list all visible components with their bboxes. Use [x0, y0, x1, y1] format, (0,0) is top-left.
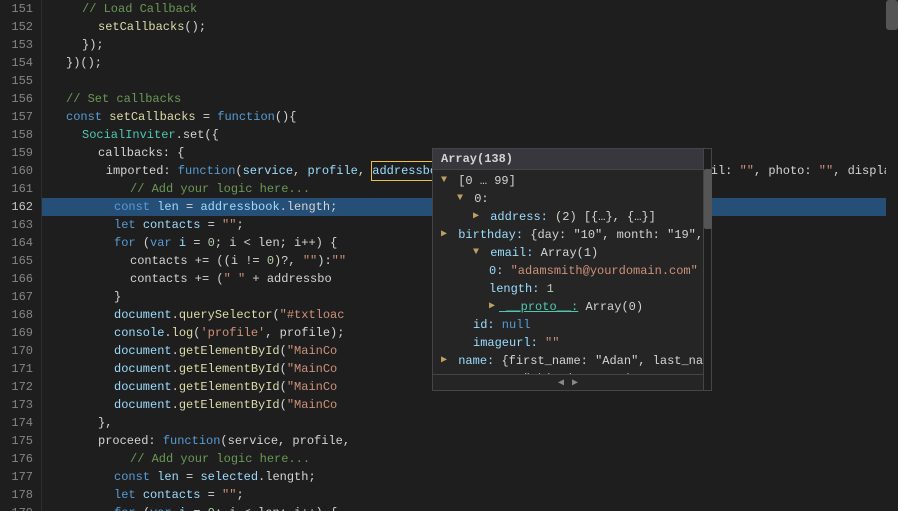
line-num-171: 171	[8, 360, 33, 378]
line-num-153: 153	[8, 36, 33, 54]
editor-scrollbar-thumb	[886, 0, 898, 30]
code-line-155	[42, 72, 898, 90]
line-num-166: 166	[8, 270, 33, 288]
line-num-172: 172	[8, 378, 33, 396]
expand-arrow-name: ▶	[441, 352, 447, 370]
line-num-178: 178	[8, 486, 33, 504]
tooltip-scrollbar[interactable]	[703, 149, 711, 390]
line-num-176: 176	[8, 450, 33, 468]
line-num-173: 173	[8, 396, 33, 414]
line-num-159: 159	[8, 144, 33, 162]
expand-arrow-address: ▶	[473, 208, 479, 226]
code-line-154: })();	[42, 54, 898, 72]
expand-arrow-birthday: ▶	[441, 226, 447, 244]
tooltip-row-email-0: 0: "adamsmith@yourdomain.com"	[433, 262, 711, 280]
line-num-156: 156	[8, 90, 33, 108]
line-num-177: 177	[8, 468, 33, 486]
line-num-179: 179	[8, 504, 33, 511]
line-num-170: 170	[8, 342, 33, 360]
line-num-165: 165	[8, 252, 33, 270]
line-num-174: 174	[8, 414, 33, 432]
editor-scrollbar[interactable]	[886, 0, 898, 511]
code-line-153: });	[42, 36, 898, 54]
tooltip-row-email-length: length: 1	[433, 280, 711, 298]
tooltip-row-name: ▶ name: {first_name: "Adan", last_name	[433, 352, 711, 370]
line-num-155: 155	[8, 72, 33, 90]
tooltip-scrollbar-thumb	[704, 169, 712, 229]
code-area[interactable]: // Load Callback setCallbacks(); }); })(…	[42, 0, 898, 511]
line-num-163: 163	[8, 216, 33, 234]
tooltip-row-email: ▼ email: Array(1)	[433, 244, 711, 262]
tooltip-row-birthday: ▶ birthday: {day: "10", month: "19", y	[433, 226, 711, 244]
tooltip-row-imageurl: imageurl: ""	[433, 334, 711, 352]
code-line-157: const setCallbacks = function(){	[42, 108, 898, 126]
code-line-151: // Load Callback	[42, 0, 898, 18]
expand-arrow-0: ▼	[457, 190, 463, 208]
line-num-161: 161	[8, 180, 33, 198]
code-line-178: let contacts = "";	[42, 486, 898, 504]
line-num-157: 157	[8, 108, 33, 126]
code-line-156: // Set callbacks	[42, 90, 898, 108]
line-num-175: 175	[8, 432, 33, 450]
line-num-168: 168	[8, 306, 33, 324]
tooltip-row-address: ▶ address: (2) [{…}, {…}]	[433, 208, 711, 226]
line-num-160: 160	[8, 162, 33, 180]
line-num-154: 154	[8, 54, 33, 72]
tooltip-row-id: id: null	[433, 316, 711, 334]
tooltip-row-0: ▼ 0:	[433, 190, 711, 208]
code-line-176: // Add your logic here...	[42, 450, 898, 468]
line-num-167: 167	[8, 288, 33, 306]
line-num-169: 169	[8, 324, 33, 342]
code-line-179: for (var i = 0; i < len; i++) {	[42, 504, 898, 511]
code-line-175: proceed: function(service, profile,	[42, 432, 898, 450]
line-num-158: 158	[8, 126, 33, 144]
line-numbers: 151 152 153 154 155 156 157 158 159 160 …	[0, 0, 42, 511]
line-num-152: 152	[8, 18, 33, 36]
code-line-174: },	[42, 414, 898, 432]
tooltip-popup: Array(138) ▼ [0 … 99] ▼ 0: ▶ address: (2…	[432, 148, 712, 391]
line-num-151: 151	[8, 0, 33, 18]
tooltip-header: Array(138)	[433, 149, 711, 170]
tooltip-body[interactable]: ▼ [0 … 99] ▼ 0: ▶ address: (2) [{…}, {…}…	[433, 170, 711, 390]
scroll-right-arrow[interactable]: ▶	[572, 377, 578, 389]
expand-arrow-proto: ▶	[489, 298, 495, 316]
scroll-left-arrow[interactable]: ◀	[558, 377, 564, 389]
code-line-177: const len = selected.length;	[42, 468, 898, 486]
collapse-arrow-email: ▼	[473, 244, 479, 262]
line-num-164: 164	[8, 234, 33, 252]
code-line-152: setCallbacks();	[42, 18, 898, 36]
tooltip-row-proto: ▶ __proto__: Array(0)	[433, 298, 711, 316]
editor-container: 151 152 153 154 155 156 157 158 159 160 …	[0, 0, 898, 511]
expand-arrow-range: ▼	[441, 172, 447, 190]
tooltip-scroll-bottom: ◀ ▶	[433, 374, 703, 390]
tooltip-row-range: ▼ [0 … 99]	[433, 172, 711, 190]
line-num-162: 162	[8, 198, 33, 216]
code-line-173: document.getElementById("MainCo	[42, 396, 898, 414]
code-line-158: SocialInviter.set({	[42, 126, 898, 144]
